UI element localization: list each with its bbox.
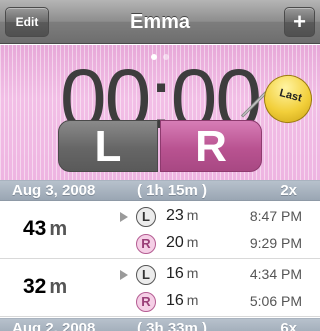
feed-minutes: 16 [166,265,184,282]
timer-panel: 00:00 L R Last [0,45,320,180]
session-total-value: 32 [23,275,47,298]
session-total-unit: m [49,276,68,298]
section-duration: ( 1h 15m ) [137,182,208,199]
feed-duration: 23 m [166,207,198,225]
edit-button[interactable]: Edit [5,7,49,37]
right-side-badge: R [136,234,156,254]
section-date: Aug 2, 2008 [12,320,96,331]
feed-time: 5:06 PM [249,293,302,309]
section-date: Aug 3, 2008 [12,182,96,199]
feed-time: 4:34 PM [249,266,302,282]
feed-duration: 16 m [166,265,198,283]
right-side-button[interactable]: R [160,120,262,172]
feed-minutes: 23 [166,207,184,224]
session-total: 32 m [23,275,67,299]
baby-name-title: Emma [129,11,191,33]
right-side-badge: R [136,292,156,312]
feed-unit: m [186,234,199,250]
day-section-header: Aug 2, 2008 ( 3h 33m ) 6x [0,318,320,331]
feed-minutes: 20 [166,234,184,251]
session-total-unit: m [49,218,68,240]
feed-unit: m [186,292,199,308]
feed-unit: m [186,265,199,281]
left-side-badge: L [136,207,156,227]
section-count: 2x [280,182,297,199]
day-section-header: Aug 3, 2008 ( 1h 15m ) 2x [0,180,320,201]
session-row[interactable]: 32 m L 16 m 4:34 PM R 16 m 5:06 PM [0,260,320,317]
navigation-bar: Edit Emma + [0,0,320,44]
session-total: 43 m [23,217,67,241]
play-icon[interactable] [120,212,128,222]
feed-entry: L 23 m 8:47 PM [118,206,318,228]
left-side-button[interactable]: L [58,120,158,172]
section-count: 6x [280,320,297,331]
play-icon[interactable] [120,270,128,280]
session-row[interactable]: 43 m L 23 m 8:47 PM R 20 m 9:29 PM [0,202,320,259]
feed-time: 9:29 PM [249,235,302,251]
feed-duration: 20 m [166,234,198,252]
session-total-value: 43 [23,217,47,240]
feed-entry: L 16 m 4:34 PM [118,264,318,286]
left-side-badge: L [136,265,156,285]
feed-minutes: 16 [166,292,184,309]
last-tag-label: Last [278,87,304,105]
feed-duration: 16 m [166,292,198,310]
feed-unit: m [186,207,199,223]
section-duration: ( 3h 33m ) [137,320,208,331]
feed-entry: R 16 m 5:06 PM [118,291,318,313]
feed-entry: R 20 m 9:29 PM [118,233,318,255]
feed-time: 8:47 PM [249,208,302,224]
add-button[interactable]: + [284,7,315,37]
